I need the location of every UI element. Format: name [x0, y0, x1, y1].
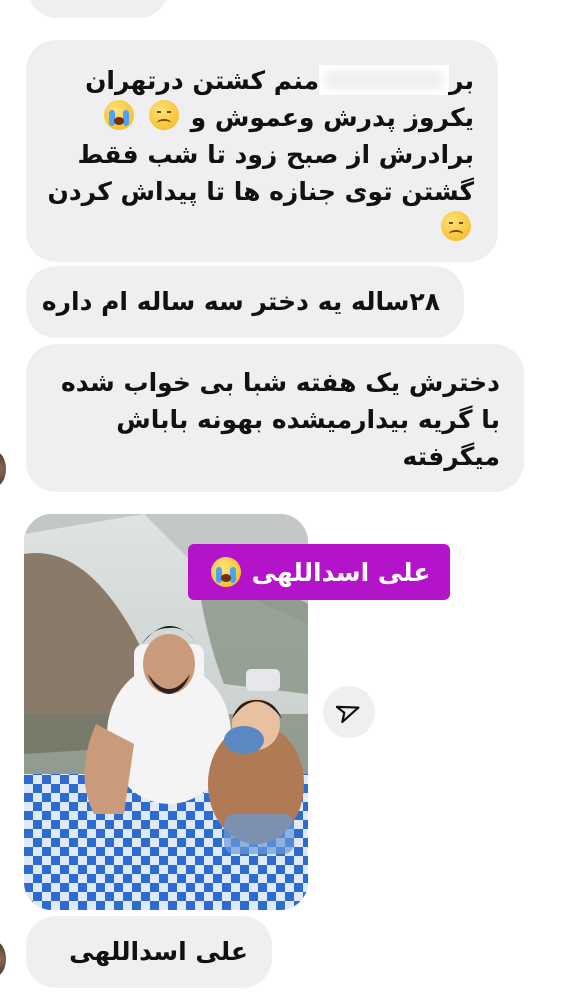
message-1-line-2: یکروز پدرش وعموش و: [50, 99, 474, 136]
message-bubble-partial: [28, 0, 168, 18]
message-1-line-1: برمنم کشتن درتهران: [85, 65, 474, 95]
avatar[interactable]: [0, 452, 6, 486]
share-button[interactable]: [323, 686, 375, 738]
message-bubble-3: دخترش یک هفته شبا بی خواب شده با گریه بی…: [26, 344, 524, 492]
message-1-line-3: برادرش از صبح زود تا شب فقط: [77, 140, 474, 169]
crying-face-emoji: [104, 100, 135, 130]
message-2-text: ۲۸ساله یه دختر سه ساله ام داره: [41, 287, 440, 316]
photo-caption-sticker: علی اسداللهی: [188, 544, 450, 600]
send-icon: [336, 705, 360, 724]
message-1-line-5: [50, 210, 474, 247]
message-bubble-4: علی اسداللهی: [26, 916, 272, 988]
sad-face-emoji: [441, 211, 471, 241]
message-3-line-3: میگرفته: [402, 442, 500, 471]
message-1-line-4: گشتن توی جنازه ها تا پیداش کردن: [47, 177, 475, 206]
sad-face-emoji: [148, 100, 179, 130]
message-bubble-1: برمنم کشتن درتهران یکروز پدرش وعموش و بر…: [26, 40, 498, 262]
photo-caption-text: علی اسداللهی: [251, 557, 431, 587]
message-3-line-2: با گریه بیدارمیشده بهونه باباش: [116, 405, 500, 434]
message-bubble-2: ۲۸ساله یه دختر سه ساله ام داره: [26, 266, 464, 338]
crying-face-emoji: [210, 557, 241, 587]
redacted-area: [319, 65, 450, 95]
message-3-line-1: دخترش یک هفته شبا بی خواب شده: [60, 368, 500, 397]
avatar[interactable]: [0, 942, 6, 976]
message-4-text: علی اسداللهی: [69, 937, 248, 966]
